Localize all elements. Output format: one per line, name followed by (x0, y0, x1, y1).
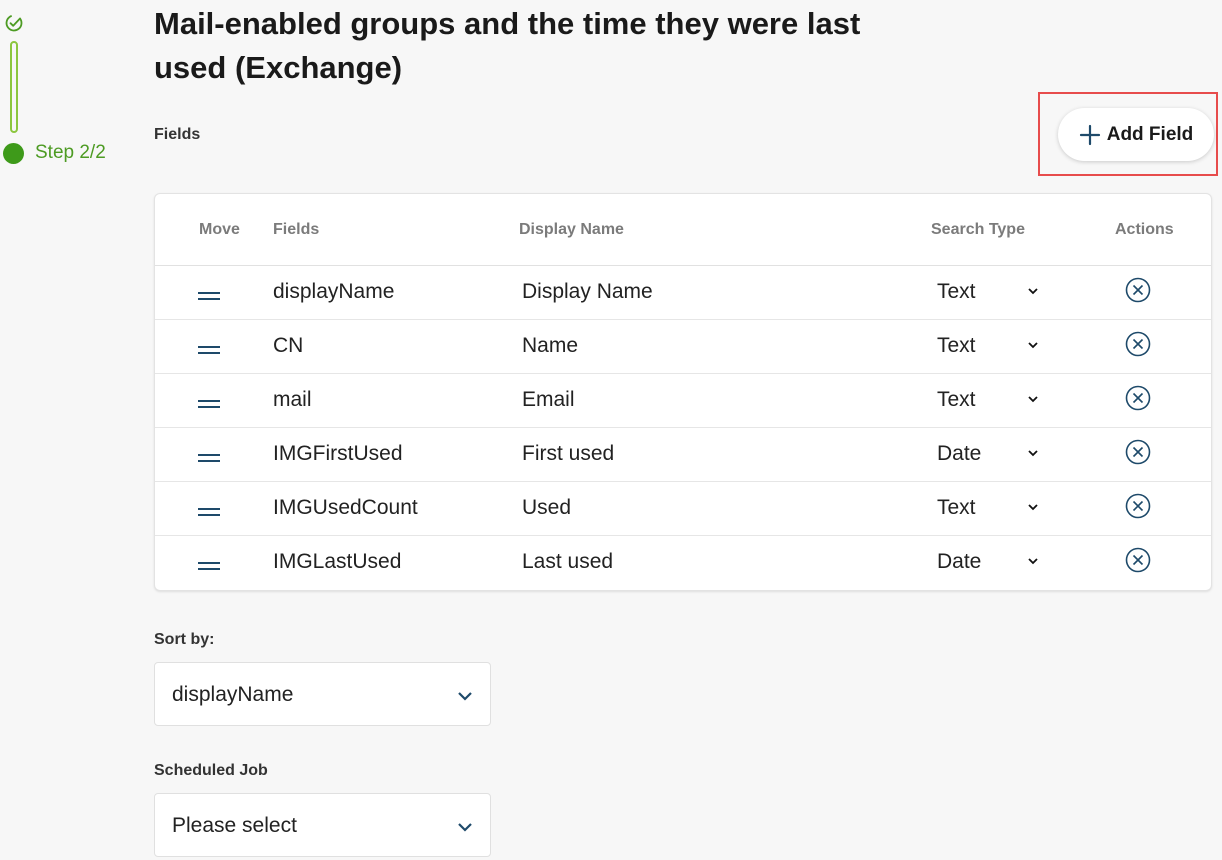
sort-by-label: Sort by: (154, 631, 215, 648)
column-header-actions: Actions (1115, 221, 1174, 238)
search-type-select[interactable]: Text (937, 388, 976, 412)
search-type-select[interactable]: Text (937, 496, 976, 520)
chevron-down-icon[interactable] (1027, 286, 1039, 296)
remove-field-icon[interactable] (1125, 385, 1151, 411)
table-row: mail Email Text (155, 374, 1211, 428)
table-row: displayName Display Name Text (155, 266, 1211, 320)
column-header-fields: Fields (273, 221, 320, 238)
search-type-select[interactable]: Text (937, 334, 976, 358)
sort-by-select[interactable]: displayName (154, 662, 491, 726)
table-header: Move Fields Display Name Search Type Act… (155, 194, 1211, 266)
search-type-select[interactable]: Date (937, 442, 981, 466)
add-field-label: Add Field (1106, 123, 1194, 145)
column-header-search-type: Search Type (931, 221, 1025, 238)
chevron-down-icon (458, 823, 472, 832)
remove-field-icon[interactable] (1125, 439, 1151, 465)
sort-by-value: displayName (172, 683, 294, 706)
step-label: Step 2/2 (35, 142, 106, 163)
table-row: IMGUsedCount Used Text (155, 482, 1211, 536)
scheduled-job-label: Scheduled Job (154, 762, 268, 779)
fields-table: Move Fields Display Name Search Type Act… (154, 193, 1212, 591)
chevron-down-icon[interactable] (1027, 394, 1039, 404)
drag-handle-icon[interactable] (198, 562, 220, 572)
chevron-down-icon[interactable] (1027, 502, 1039, 512)
field-name: displayName (273, 280, 395, 303)
display-name-input[interactable]: Email (522, 388, 575, 412)
check-circle-icon (5, 14, 23, 32)
table-row: IMGLastUsed Last used Date (155, 536, 1211, 590)
add-field-button[interactable]: Add Field (1058, 108, 1214, 161)
field-name: CN (273, 334, 304, 357)
column-header-display-name: Display Name (519, 221, 624, 238)
display-name-input[interactable]: Display Name (522, 280, 653, 304)
search-type-select[interactable]: Text (937, 280, 976, 304)
column-header-move: Move (199, 221, 240, 238)
chevron-down-icon[interactable] (1027, 340, 1039, 350)
field-name: IMGUsedCount (273, 496, 418, 519)
field-name: mail (273, 388, 312, 411)
chevron-down-icon[interactable] (1027, 448, 1039, 458)
drag-handle-icon[interactable] (198, 346, 220, 356)
field-name: IMGLastUsed (273, 550, 402, 573)
display-name-input[interactable]: Last used (522, 550, 613, 574)
search-type-select[interactable]: Date (937, 550, 981, 574)
drag-handle-icon[interactable] (198, 508, 220, 518)
table-row: IMGFirstUsed First used Date (155, 428, 1211, 482)
display-name-input[interactable]: Name (522, 334, 578, 358)
page-title: Mail-enabled groups and the time they we… (154, 6, 861, 85)
fields-section-label: Fields (154, 126, 201, 143)
remove-field-icon[interactable] (1125, 547, 1151, 573)
plus-icon (1079, 124, 1100, 145)
chevron-down-icon (458, 692, 472, 701)
step-progress-line (10, 41, 18, 133)
drag-handle-icon[interactable] (198, 292, 220, 302)
display-name-input[interactable]: First used (522, 442, 614, 466)
remove-field-icon[interactable] (1125, 493, 1151, 519)
scheduled-job-select[interactable]: Please select (154, 793, 491, 857)
current-step-dot (3, 143, 24, 164)
display-name-input[interactable]: Used (522, 496, 571, 520)
drag-handle-icon[interactable] (198, 400, 220, 410)
scheduled-job-value: Please select (172, 814, 297, 837)
remove-field-icon[interactable] (1125, 331, 1151, 357)
remove-field-icon[interactable] (1125, 277, 1151, 303)
table-row: CN Name Text (155, 320, 1211, 374)
field-name: IMGFirstUsed (273, 442, 403, 465)
drag-handle-icon[interactable] (198, 454, 220, 464)
wizard-stepper: Step 2/2 (0, 0, 130, 200)
chevron-down-icon[interactable] (1027, 556, 1039, 566)
